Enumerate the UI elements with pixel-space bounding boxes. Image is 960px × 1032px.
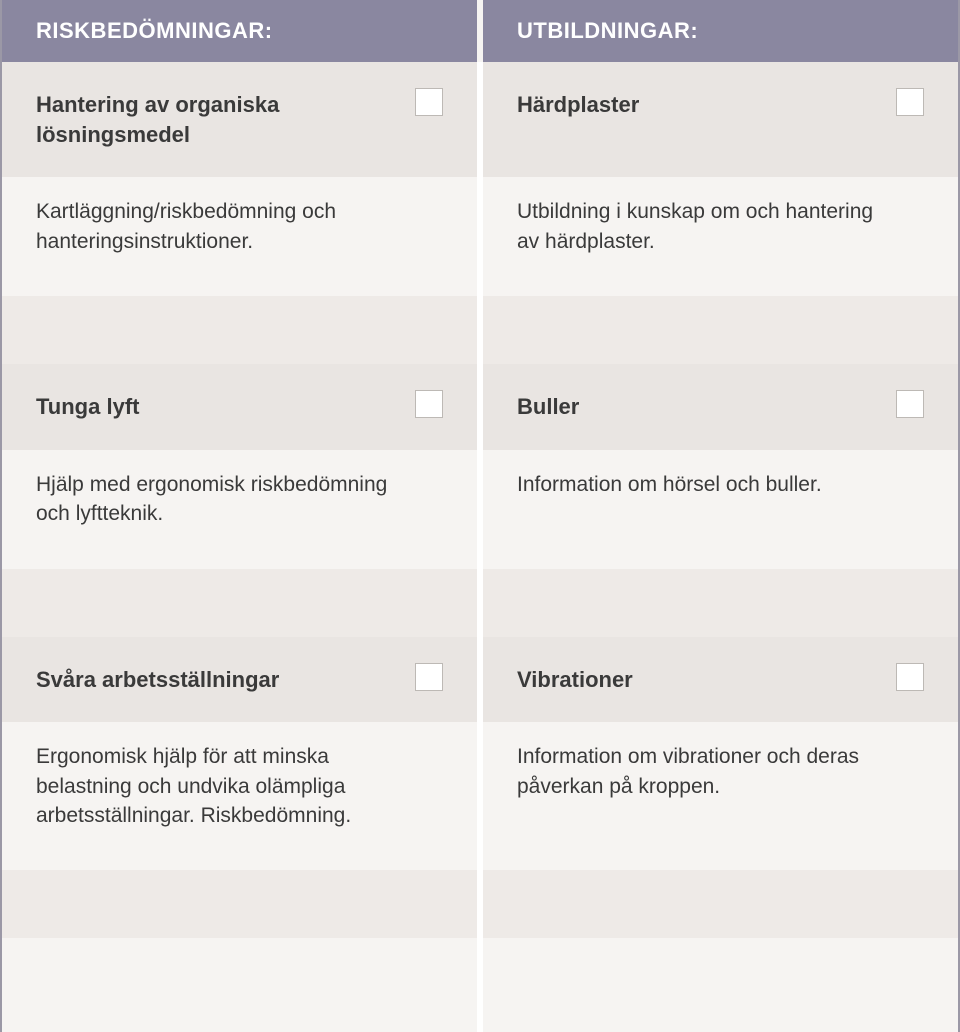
- header-row: RISKBEDÖMNINGAR: UTBILDNINGAR:: [2, 0, 958, 62]
- spacer-cell: [2, 870, 483, 938]
- item-desc: Utbildning i kunskap om och hantering av…: [517, 197, 891, 256]
- desc-row-1: Kartläggning/riskbedömning och hantering…: [2, 177, 958, 296]
- spacer-row-3: [2, 870, 958, 938]
- spacer-cell: [483, 870, 958, 938]
- checkbox[interactable]: [415, 88, 443, 116]
- page-container: RISKBEDÖMNINGAR: UTBILDNINGAR: Hantering…: [0, 0, 960, 1032]
- cell-left-desc-2: Hjälp med ergonomisk riskbedömning och l…: [2, 450, 483, 569]
- header-left: RISKBEDÖMNINGAR:: [2, 0, 483, 62]
- spacer-cell: [2, 938, 483, 1032]
- cell-right-title-2: Buller: [483, 364, 958, 450]
- spacer-row-1: [2, 296, 958, 364]
- cell-right-title-3: Vibrationer: [483, 637, 958, 723]
- item-desc: Information om vibrationer och deras påv…: [517, 742, 891, 801]
- spacer-cell: [2, 569, 483, 637]
- cell-left-title-1: Hantering av organiska lösningsmedel: [2, 62, 483, 177]
- cell-left-title-3: Svåra arbetsställningar: [2, 637, 483, 723]
- checkbox[interactable]: [896, 663, 924, 691]
- item-title: Vibrationer: [517, 665, 863, 695]
- item-title: Svåra arbetsställningar: [36, 665, 382, 695]
- spacer-cell: [483, 296, 958, 364]
- item-title: Härdplaster: [517, 90, 863, 120]
- item-title: Hantering av organiska lösningsmedel: [36, 90, 382, 149]
- item-desc: Ergonomisk hjälp för att minska belastni…: [36, 742, 410, 830]
- checkbox[interactable]: [896, 88, 924, 116]
- title-row-1: Hantering av organiska lösningsmedel Här…: [2, 62, 958, 177]
- item-title: Tunga lyft: [36, 392, 382, 422]
- spacer-cell: [2, 296, 483, 364]
- title-row-3: Svåra arbetsställningar Vibrationer: [2, 637, 958, 723]
- spacer-row-2: [2, 569, 958, 637]
- item-desc: Hjälp med ergonomisk riskbedömning och l…: [36, 470, 410, 529]
- cell-left-title-2: Tunga lyft: [2, 364, 483, 450]
- spacer-cell: [483, 938, 958, 1032]
- checkbox[interactable]: [415, 663, 443, 691]
- item-desc: Kartläggning/riskbedömning och hantering…: [36, 197, 410, 256]
- cell-left-desc-1: Kartläggning/riskbedömning och hantering…: [2, 177, 483, 296]
- item-title: Buller: [517, 392, 863, 422]
- cell-right-desc-1: Utbildning i kunskap om och hantering av…: [483, 177, 958, 296]
- checkbox[interactable]: [896, 390, 924, 418]
- cell-right-title-1: Härdplaster: [483, 62, 958, 177]
- desc-row-2: Hjälp med ergonomisk riskbedömning och l…: [2, 450, 958, 569]
- spacer-cell: [483, 569, 958, 637]
- item-desc: Information om hörsel och buller.: [517, 470, 891, 499]
- title-row-2: Tunga lyft Buller: [2, 364, 958, 450]
- desc-row-3: Ergonomisk hjälp för att minska belastni…: [2, 722, 958, 870]
- cell-right-desc-3: Information om vibrationer och deras påv…: [483, 722, 958, 870]
- header-right: UTBILDNINGAR:: [483, 0, 958, 62]
- bottom-spacer: [2, 938, 958, 1032]
- cell-right-desc-2: Information om hörsel och buller.: [483, 450, 958, 569]
- cell-left-desc-3: Ergonomisk hjälp för att minska belastni…: [2, 722, 483, 870]
- checkbox[interactable]: [415, 390, 443, 418]
